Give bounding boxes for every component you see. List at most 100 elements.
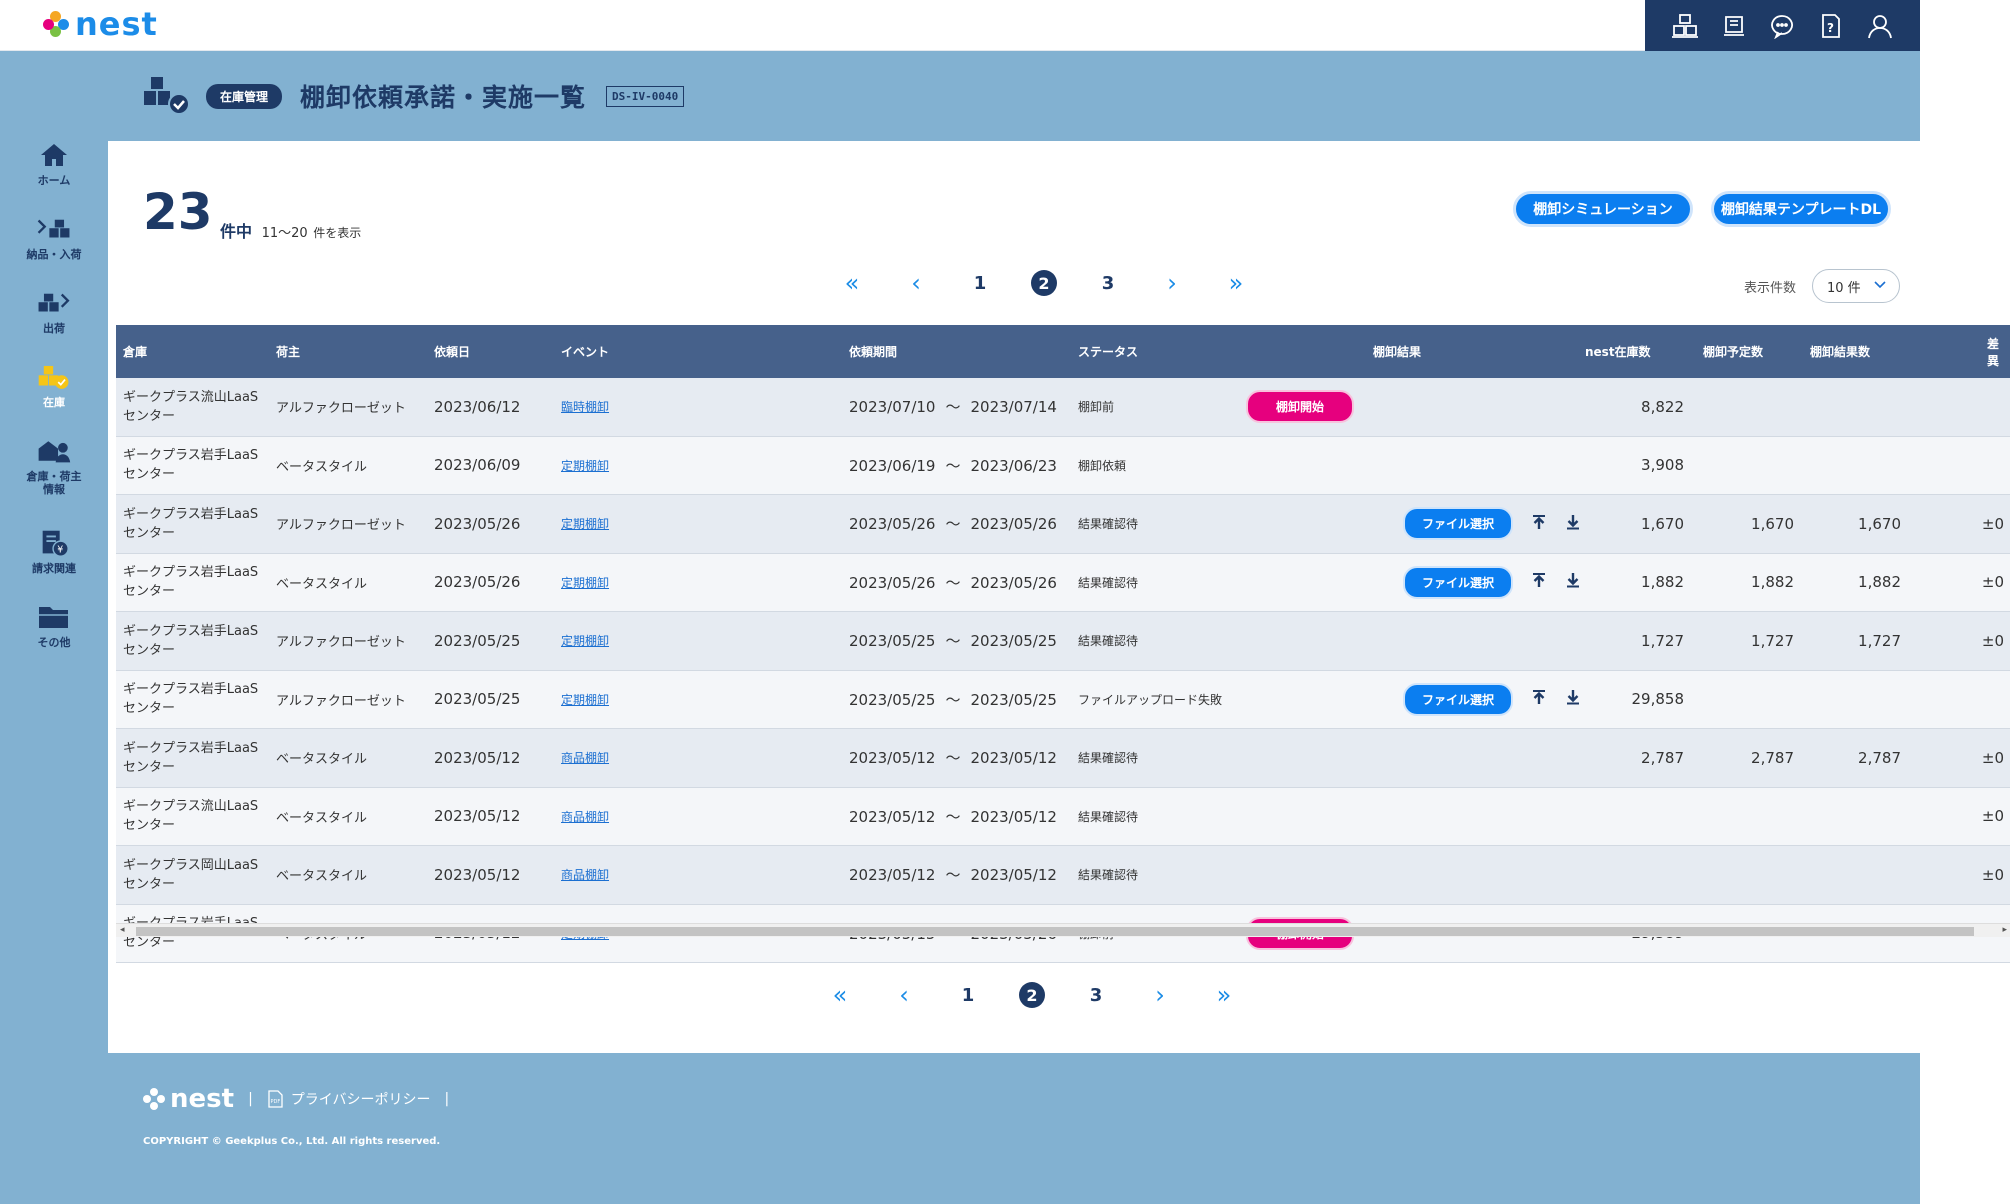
warehouse-name: ギークプラス流山LaaS <box>123 389 259 405</box>
first-page-icon[interactable]: « <box>827 981 853 1009</box>
horizontal-scrollbar[interactable]: ◂ ▸ <box>116 923 2010 937</box>
period-tilde: ～ <box>945 398 961 417</box>
footer: nest | PDF プライバシーポリシー | <box>142 1084 463 1114</box>
prev-page-icon[interactable]: ‹ <box>903 269 929 297</box>
warehouse-owner-icon <box>37 436 71 466</box>
sidebar-item-home[interactable]: ホーム <box>0 130 108 204</box>
page-link-1[interactable]: 1 <box>955 982 981 1008</box>
first-page-icon[interactable]: « <box>839 269 865 297</box>
warehouse-name-suffix: センター <box>123 759 176 775</box>
warehouse-name-suffix: センター <box>123 642 176 658</box>
col-stock: nest在庫数 <box>1585 345 1651 359</box>
sidebar-item-warehouse-owner[interactable]: 倉庫・荷主情報 <box>0 426 108 518</box>
sidebar-item-outbound[interactable]: 出荷 <box>0 278 108 352</box>
cell-result-count: 1,670 <box>1858 514 1901 533</box>
last-page-icon[interactable]: » <box>1211 981 1237 1009</box>
logo-text: nest <box>75 5 158 43</box>
svg-text:?: ? <box>1827 21 1834 35</box>
col-warehouse: 倉庫 <box>123 345 148 359</box>
chat-icon[interactable] <box>1767 11 1797 41</box>
footer-separator: | <box>444 1091 450 1107</box>
event-link[interactable]: 商品棚卸 <box>561 808 609 825</box>
page-link-2[interactable]: 2 <box>1019 982 1045 1008</box>
start-inventory-button[interactable]: 棚卸開始 <box>1246 390 1355 424</box>
event-link[interactable]: 臨時棚卸 <box>561 398 609 415</box>
main-card: 2 3 件中 11～20 件を表示 棚卸シミュレーション 棚卸結果テンプレートDL… <box>108 141 2010 1053</box>
cell-planned: 2,787 <box>1751 748 1794 767</box>
warehouse-name-suffix: センター <box>123 701 176 717</box>
table-row: ギークプラス流山LaaS センター アルファクローゼット 2023/06/12 臨時棚卸… <box>116 378 2010 437</box>
sidebar-item-inventory[interactable]: 在庫 <box>0 352 108 426</box>
cell-nest-stock: 3,908 <box>1641 456 1684 475</box>
scroll-left-icon[interactable]: ◂ <box>120 925 125 935</box>
cell-owner: ベータスタイル <box>276 459 368 475</box>
simulation-button[interactable]: 棚卸シミュレーション <box>1513 191 1693 227</box>
last-page-icon[interactable]: » <box>1223 269 1249 297</box>
event-link[interactable]: 商品棚卸 <box>561 866 609 883</box>
event-link[interactable]: 定期棚卸 <box>561 632 609 649</box>
cell-owner: アルファクローゼット <box>276 401 406 417</box>
pdf-file-icon: PDF <box>268 1090 283 1108</box>
folder-icon <box>37 602 71 632</box>
period-from: 2023/05/12 <box>849 866 936 885</box>
scroll-right-icon[interactable]: ▸ <box>2002 925 2007 935</box>
download-icon[interactable] <box>1565 572 1581 592</box>
file-select-button[interactable]: ファイル選択 <box>1403 507 1514 541</box>
file-select-button[interactable]: ファイル選択 <box>1403 565 1514 599</box>
nest-logo[interactable]: nest <box>43 8 158 40</box>
scrollbar-thumb[interactable] <box>136 927 1974 936</box>
pagination-bottom: « ‹ 1 2 3 › » <box>808 981 1256 1009</box>
file-select-button[interactable]: ファイル選択 <box>1403 682 1514 716</box>
download-icon[interactable] <box>1565 689 1581 709</box>
page-link-3[interactable]: 3 <box>1095 270 1121 296</box>
download-icon[interactable] <box>1565 514 1581 534</box>
table-row: ギークプラス岡山LaaS センター ベータスタイル 2023/05/12 商品棚卸 202… <box>116 846 2010 905</box>
table-row: ギークプラス岩手LaaS センター アルファクローゼット 2023/05/25 定期棚卸… <box>116 612 2010 671</box>
warehouse-name-suffix: センター <box>123 525 176 541</box>
table-row: ギークプラス流山LaaS センター ベータスタイル 2023/05/12 商品棚卸 202… <box>116 787 2010 846</box>
cell-owner: ベータスタイル <box>276 576 368 592</box>
next-page-icon[interactable]: › <box>1147 981 1173 1009</box>
next-page-icon[interactable]: › <box>1159 269 1185 297</box>
user-icon[interactable] <box>1865 11 1895 41</box>
cell-warehouse: ギークプラス岩手LaaS センター <box>123 563 273 601</box>
event-link[interactable]: 定期棚卸 <box>561 574 609 591</box>
help-doc-icon[interactable]: ? <box>1816 11 1846 41</box>
svg-text:PDF: PDF <box>270 1099 280 1105</box>
col-diff: 差異 <box>1987 336 2000 368</box>
sidebar-item-inbound[interactable]: 納品・入荷 <box>0 204 108 278</box>
cell-result-count: 1,882 <box>1858 573 1901 592</box>
cell-owner: ベータスタイル <box>276 810 368 826</box>
cell-result-count: 1,727 <box>1858 631 1901 650</box>
prev-page-icon[interactable]: ‹ <box>891 981 917 1009</box>
upload-icon[interactable] <box>1531 689 1547 709</box>
inventory-board-icon[interactable] <box>1670 11 1700 41</box>
upload-icon[interactable] <box>1531 514 1547 534</box>
event-link[interactable]: 定期棚卸 <box>561 457 609 474</box>
page-link-1[interactable]: 1 <box>967 270 993 296</box>
upload-icon[interactable] <box>1531 572 1547 592</box>
inventory-icon <box>37 362 71 392</box>
template-download-button[interactable]: 棚卸結果テンプレートDL <box>1711 191 1891 227</box>
event-link[interactable]: 商品棚卸 <box>561 749 609 766</box>
cell-period: 2023/05/26 ～ 2023/05/26 <box>849 513 1057 534</box>
footer-logo[interactable]: nest <box>142 1084 234 1114</box>
cell-warehouse: ギークプラス岩手LaaS センター <box>123 622 273 660</box>
event-link[interactable]: 定期棚卸 <box>561 515 609 532</box>
event-link[interactable]: 定期棚卸 <box>561 691 609 708</box>
manual-book-icon[interactable] <box>1719 11 1749 41</box>
cell-period: 2023/06/19 ～ 2023/06/23 <box>849 455 1057 476</box>
table-row: ギークプラス岩手LaaS センター ベータスタイル 2023/05/12 商品棚卸 202… <box>116 729 2010 788</box>
sidebar-item-other[interactable]: その他 <box>0 592 108 666</box>
nest-logo-mark-icon <box>43 11 69 37</box>
page-link-3[interactable]: 3 <box>1083 982 1109 1008</box>
privacy-policy-link[interactable]: PDF プライバシーポリシー <box>267 1089 431 1109</box>
period-to: 2023/06/23 <box>970 456 1057 475</box>
count-summary: 件中 11～20 件を表示 <box>220 218 361 242</box>
sidebar-item-billing[interactable]: ¥ 請求関連 <box>0 518 108 592</box>
inventory-check-icon <box>142 71 194 121</box>
warehouse-name-suffix: センター <box>123 935 176 951</box>
page-size-select[interactable]: 10 件 <box>1812 269 1900 303</box>
page-link-2[interactable]: 2 <box>1031 270 1057 296</box>
warehouse-name: ギークプラス岩手LaaS <box>123 623 259 639</box>
